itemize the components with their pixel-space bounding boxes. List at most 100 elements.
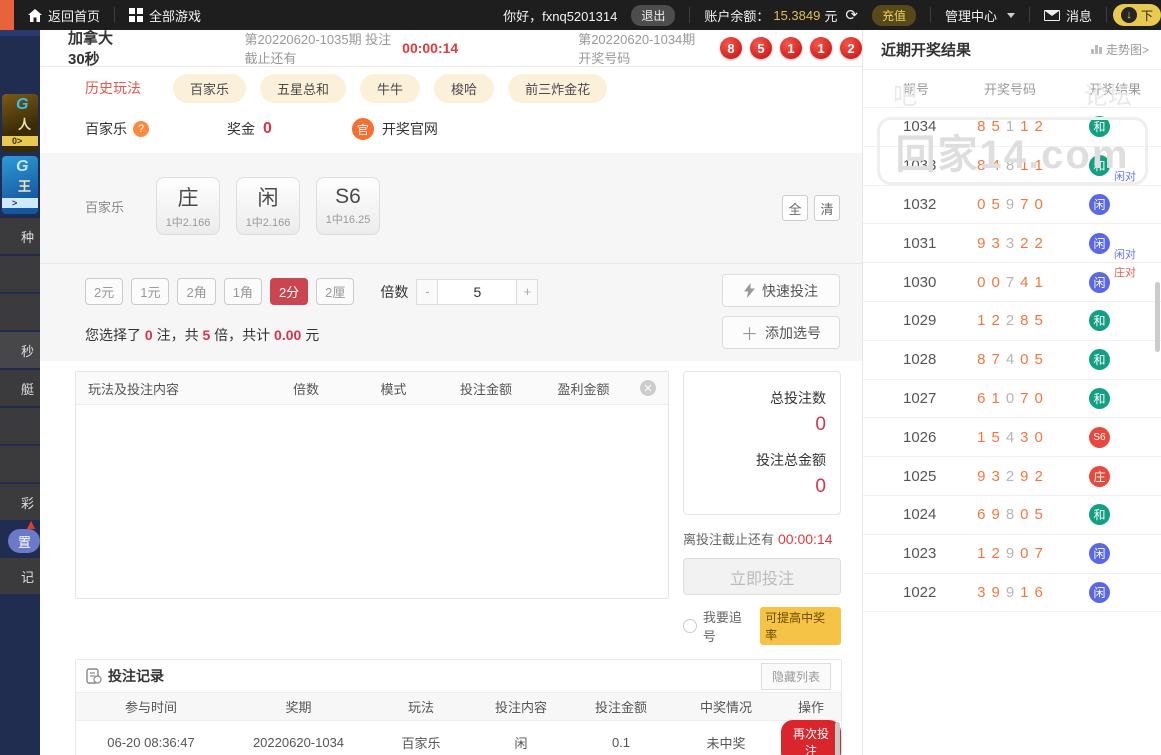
bet-records-header: 投注记录 隐藏列表	[76, 660, 841, 692]
hide-list-button[interactable]: 隐藏列表	[760, 662, 831, 690]
result-row: 1032 0 5 9 7 0 闲	[863, 186, 1161, 225]
tab-五星总和[interactable]: 五星总和	[260, 73, 347, 103]
add-numbers-button[interactable]: ＋ 添加选号	[722, 316, 840, 349]
chart-icon	[1090, 45, 1102, 54]
promo-banner-2[interactable]: G 王 >	[2, 156, 38, 214]
tab-牛牛[interactable]: 牛牛	[360, 73, 421, 103]
result-row: 1030 0 0 7 4 1 闲庄对	[863, 263, 1161, 302]
multiplier-minus-button[interactable]: -	[416, 278, 439, 305]
records-scrollbar[interactable]	[835, 722, 840, 755]
result-issue: 1024	[903, 506, 937, 524]
result-digit: 0	[1020, 351, 1029, 369]
result-digit: 7	[1020, 389, 1029, 407]
result-ball: 2	[840, 37, 862, 59]
play-name: 百家乐	[85, 121, 127, 137]
result-digit: 5	[991, 118, 1000, 136]
denom-chip-2角[interactable]: 2角	[177, 278, 216, 305]
result-digit: 0	[1005, 389, 1015, 407]
multiplier-plus-button[interactable]: +	[516, 278, 539, 305]
result-issue: 1025	[903, 467, 937, 485]
result-digit: 8	[977, 351, 986, 369]
result-digit: 1	[977, 545, 986, 563]
sidebar-item[interactable]: 彩 ▲	[0, 484, 40, 532]
result-issue: 1029	[903, 312, 937, 330]
result-digit: 9	[1020, 467, 1029, 485]
home-icon	[28, 8, 42, 22]
recharge-button[interactable]: 充值	[871, 4, 916, 26]
plus-icon: ＋	[741, 325, 758, 344]
refresh-icon[interactable]: ⟳	[845, 6, 858, 24]
chase-checkbox[interactable]	[683, 619, 697, 633]
admin-center-menu[interactable]: 管理中心	[931, 0, 1029, 30]
result-badge-cell: 和	[1069, 387, 1161, 409]
denom-chip-2分[interactable]: 2分	[269, 278, 309, 305]
result-digit: 4	[1020, 273, 1029, 291]
sidebar-item[interactable]: 秒	[0, 332, 40, 368]
bet-option-闲[interactable]: 闲 1中2.166	[236, 177, 301, 235]
result-digit: 9	[991, 506, 1000, 524]
bet-option-庄[interactable]: 庄 1中2.166	[156, 177, 221, 235]
result-badge-cell: 闲	[1069, 543, 1161, 565]
result-issue: 1031	[903, 234, 937, 252]
bet-option-S6[interactable]: S6 1中16.25	[316, 177, 381, 235]
result-numbers: 00741	[951, 274, 1069, 291]
clear-button[interactable]: 清	[814, 195, 840, 221]
sidebar-item-label: 种	[20, 229, 34, 245]
balance-block: 账户余额： 15.3849 元 ⟳	[690, 0, 872, 30]
logout-button[interactable]: 退出	[631, 4, 676, 26]
close-icon[interactable]: ✕	[640, 380, 656, 396]
messages-button[interactable]: 消息	[1030, 0, 1106, 30]
result-issue: 1034	[903, 118, 937, 136]
denom-chip-1角[interactable]: 1角	[223, 278, 262, 305]
result-digit: 5	[1034, 312, 1043, 330]
denom-chip-2厘[interactable]: 2厘	[316, 278, 355, 305]
download-icon: ↓	[1120, 7, 1137, 23]
bet-option-name: 庄	[177, 187, 199, 210]
tab-前三炸金花[interactable]: 前三炸金花	[508, 73, 608, 103]
official-icon: 官	[351, 118, 374, 140]
tab-百家乐[interactable]: 百家乐	[173, 73, 247, 103]
sidebar-blue-pill[interactable]: 置	[8, 529, 40, 553]
results-scrollbar[interactable]	[1155, 282, 1160, 352]
sidebar-item[interactable]	[0, 294, 40, 330]
back-home-button[interactable]: 返回首页	[14, 0, 114, 30]
results-col-header: 期号	[903, 82, 930, 97]
result-digit: 0	[1034, 428, 1043, 446]
help-icon[interactable]: ?	[133, 121, 149, 137]
sidebar-item[interactable]	[0, 408, 40, 444]
total-amount-label: 投注总金额	[756, 452, 826, 468]
bet-again-button[interactable]: 再次投注	[781, 720, 841, 755]
sidebar-item[interactable]	[0, 446, 40, 482]
result-badge: 闲	[1089, 581, 1110, 603]
trend-chart-link[interactable]: 走势图>	[1090, 41, 1149, 58]
quick-bet-button[interactable]: 快速投注	[722, 274, 840, 307]
result-digit: 9	[1005, 545, 1015, 563]
official-site-link[interactable]: 开奖官网	[382, 119, 438, 139]
selected-count: 0	[144, 327, 153, 343]
slip-col-header: 玩法及投注内容	[88, 381, 180, 397]
tab-梭哈[interactable]: 梭哈	[434, 73, 495, 103]
bonus-value: 0	[263, 120, 272, 137]
sidebar-item-bottom[interactable]: 记	[0, 558, 40, 594]
slip-col-header: 投注金额	[459, 381, 512, 397]
tab-history-play[interactable]: 历史玩法	[85, 78, 141, 98]
sidebar-item[interactable]: 艇	[0, 370, 40, 406]
result-digit: 3	[1020, 428, 1029, 446]
sidebar-item[interactable]	[0, 256, 40, 292]
result-row: 1029 1 2 2 8 5 和	[863, 302, 1161, 341]
sidebar-item[interactable]: 种	[0, 218, 40, 254]
result-badge-cell: 和	[1069, 310, 1161, 332]
record-list-icon	[86, 668, 102, 684]
multiplier-input[interactable]	[438, 278, 517, 305]
menu-accent-block	[0, 0, 14, 30]
denom-chip-2元[interactable]: 2元	[85, 278, 124, 305]
promo-banner-1[interactable]: G 人 0>	[2, 94, 38, 152]
bet-records-panel: 投注记录 隐藏列表 参与时间 奖期 玩法 投注内容 投注金额 中奖情况 操作 06-20 0…	[75, 659, 842, 755]
bet-now-button[interactable]: 立即投注	[683, 558, 841, 595]
chevron-down-icon	[1006, 12, 1015, 18]
download-app-button[interactable]: ↓ 下	[1112, 4, 1161, 26]
banner-text: 人	[18, 117, 32, 132]
all-games-button[interactable]: 全部游戏	[115, 0, 215, 30]
denom-chip-1元[interactable]: 1元	[131, 278, 170, 305]
select-all-button[interactable]: 全	[782, 195, 808, 221]
